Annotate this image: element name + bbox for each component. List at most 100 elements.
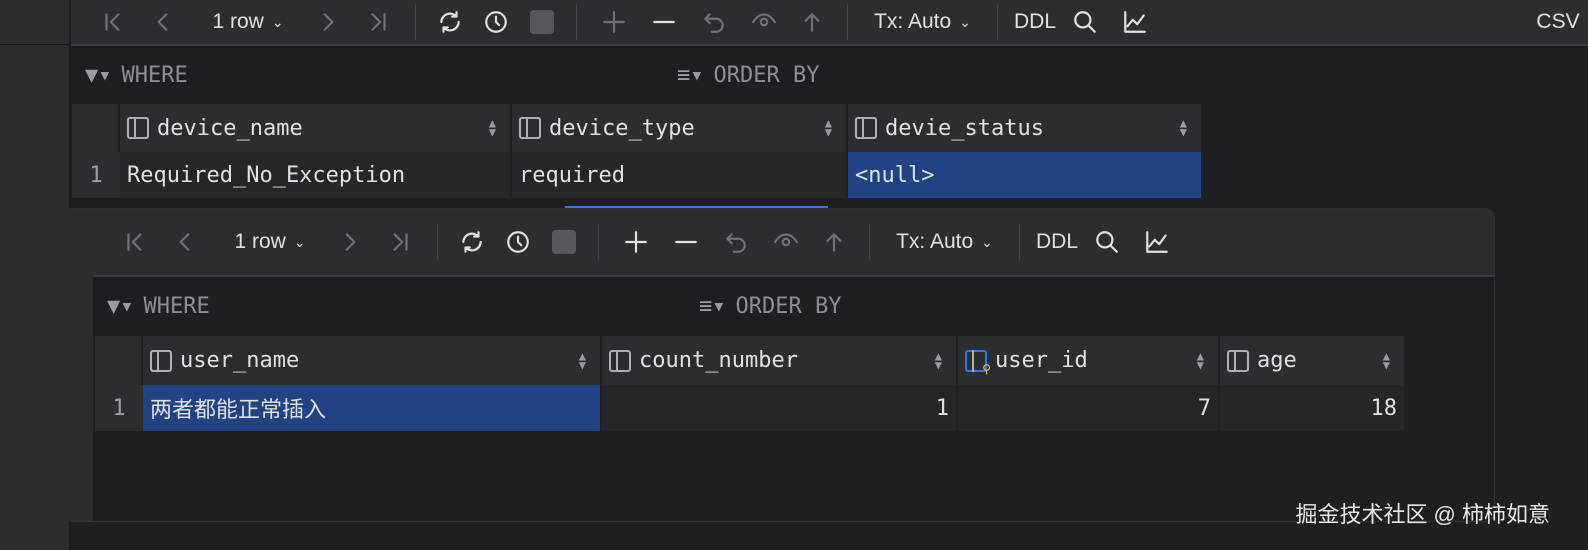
add-row-icon[interactable] (589, 0, 639, 44)
chevron-down-icon: ⌄ (271, 13, 284, 30)
submit-icon[interactable] (789, 0, 835, 44)
column-header[interactable]: user_name ▲ ▼ (143, 336, 602, 385)
sort-icon[interactable]: ▲ ▼ (1197, 350, 1204, 371)
table-cell[interactable]: 7 (958, 385, 1220, 431)
next-page-icon[interactable] (303, 0, 353, 44)
csv-export-button[interactable]: CSV (1528, 0, 1588, 44)
column-icon (609, 349, 631, 372)
column-header[interactable]: device_name ▲ ▼ (120, 104, 512, 152)
column-header[interactable]: age ▲ ▼ (1220, 336, 1406, 385)
chart-icon[interactable] (1132, 209, 1182, 275)
history-icon[interactable] (472, 0, 520, 44)
results-toolbar: 1 row ⌄ Tx: Auto ⌄ DDL CSV (71, 0, 1588, 46)
ddl-button[interactable]: DDL (1032, 209, 1082, 275)
results-grid: user_name ▲ ▼ count_number ▲ ▼ ⚲ user_id ▲ ▼ ag… (95, 336, 1406, 432)
column-header[interactable]: device_type ▲ ▼ (512, 104, 848, 152)
preview-icon[interactable] (739, 0, 789, 44)
last-page-icon[interactable] (375, 209, 425, 275)
where-label: WHERE (121, 62, 188, 88)
column-label: user_id (995, 348, 1088, 373)
row-number: 1 (72, 152, 120, 198)
tx-mode-label: Tx: Auto (896, 230, 974, 253)
order-by-label: ORDER BY (713, 62, 820, 88)
tx-mode-dropdown[interactable]: Tx: Auto ⌄ (882, 209, 1007, 275)
column-icon (127, 117, 149, 139)
last-page-icon[interactable] (353, 0, 403, 44)
history-icon[interactable] (494, 209, 542, 275)
column-label: devie_status (885, 115, 1044, 141)
prev-page-icon[interactable] (133, 0, 193, 44)
sort-icon[interactable]: ▲ ▼ (489, 117, 496, 138)
search-icon[interactable] (1060, 0, 1110, 44)
column-label: age (1257, 348, 1297, 373)
sort-icon[interactable]: ▲ ▼ (579, 350, 586, 371)
corner-cell (72, 104, 120, 152)
row-number: 1 (95, 385, 143, 431)
column-icon (150, 349, 172, 372)
preview-icon[interactable] (761, 209, 811, 275)
sort-icon[interactable]: ▲ ▼ (825, 117, 832, 138)
csv-label: CSV (1536, 10, 1580, 33)
column-label: user_name (180, 348, 300, 373)
revert-icon[interactable] (711, 209, 761, 275)
sort-lines-icon: ≡▾ (699, 294, 726, 319)
order-by-filter[interactable]: ≡▾ ORDER BY (677, 63, 819, 88)
filter-bar: ▼▾ WHERE ≡▾ ORDER BY (93, 277, 1494, 336)
refresh-icon[interactable] (450, 209, 494, 275)
column-header[interactable]: count_number ▲ ▼ (602, 336, 958, 385)
table-cell[interactable]: 1 (602, 385, 958, 431)
column-header[interactable]: devie_status ▲ ▼ (848, 104, 1203, 152)
watermark: 掘金技术社区 @ 柿柿如意 (1295, 502, 1550, 527)
ddl-label: DDL (1035, 230, 1078, 253)
column-icon (519, 117, 541, 139)
tx-mode-label: Tx: Auto (874, 10, 952, 33)
order-by-label: ORDER BY (735, 294, 842, 319)
revert-icon[interactable] (689, 0, 739, 44)
refresh-icon[interactable] (428, 0, 472, 44)
delete-row-icon[interactable] (661, 209, 711, 275)
chevron-down-icon: ⌄ (293, 233, 306, 250)
order-by-filter[interactable]: ≡▾ ORDER BY (699, 294, 841, 319)
ddl-label: DDL (1013, 10, 1056, 33)
corner-cell (95, 336, 143, 385)
ddl-button[interactable]: DDL (1010, 0, 1060, 44)
sort-icon[interactable]: ▲ ▼ (935, 350, 942, 371)
where-filter[interactable]: ▼▾ WHERE (107, 294, 699, 319)
where-filter[interactable]: ▼▾ WHERE (85, 63, 677, 88)
chart-icon[interactable] (1110, 0, 1160, 44)
results-toolbar: 1 row ⌄ Tx: Auto ⌄ DDL (93, 209, 1494, 277)
floating-results-panel: 1 row ⌄ Tx: Auto ⌄ DDL ▼▾ WHERE ≡▾ ORDER BY … (58, 208, 1495, 522)
prev-page-icon[interactable] (155, 209, 215, 275)
first-page-icon[interactable] (93, 0, 133, 44)
sort-icon[interactable]: ▲ ▼ (1180, 117, 1187, 138)
delete-row-icon[interactable] (639, 0, 689, 44)
results-grid: device_name ▲ ▼ device_type ▲ ▼ devie_status… (72, 104, 1203, 200)
next-page-icon[interactable] (325, 209, 375, 275)
column-header[interactable]: ⚲ user_id ▲ ▼ (958, 336, 1220, 385)
filter-icon: ▼▾ (85, 62, 112, 88)
filter-bar: ▼▾ WHERE ≡▾ ORDER BY (71, 46, 1588, 104)
add-row-icon[interactable] (611, 209, 661, 275)
row-count-dropdown[interactable]: 1 row ⌄ (215, 209, 325, 275)
column-label: device_name (157, 115, 303, 141)
search-icon[interactable] (1082, 209, 1132, 275)
primary-key-column-icon: ⚲ (965, 349, 991, 376)
stop-icon[interactable] (542, 209, 586, 275)
table-cell-selected[interactable]: <null> (848, 152, 1203, 198)
table-cell-selected[interactable]: 两者都能正常插入 (143, 385, 602, 431)
first-page-icon[interactable] (115, 209, 155, 275)
sort-icon[interactable]: ▲ ▼ (1383, 350, 1390, 371)
column-icon (855, 117, 877, 139)
tx-mode-dropdown[interactable]: Tx: Auto ⌄ (860, 0, 985, 44)
column-label: count_number (639, 348, 798, 373)
column-icon (1227, 349, 1249, 372)
table-cell[interactable]: required (512, 152, 848, 198)
table-cell[interactable]: 18 (1220, 385, 1406, 431)
table-cell[interactable]: Required_No_Exception (120, 152, 512, 198)
submit-icon[interactable] (811, 209, 857, 275)
sort-lines-icon: ≡▾ (677, 62, 704, 88)
chevron-down-icon: ⌄ (981, 233, 993, 250)
stop-icon[interactable] (520, 0, 564, 44)
where-label: WHERE (143, 294, 210, 319)
row-count-dropdown[interactable]: 1 row ⌄ (193, 0, 303, 44)
